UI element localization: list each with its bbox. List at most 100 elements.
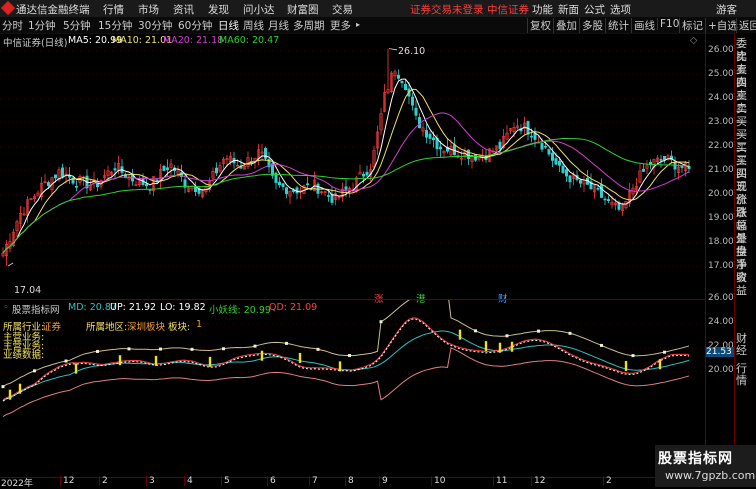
signal-bar <box>299 353 301 363</box>
app-title: 通达信金融终端 <box>16 2 90 17</box>
candle-body <box>425 130 427 137</box>
signal-bar <box>339 361 341 371</box>
month-tick: 10 <box>431 476 445 486</box>
candle-body <box>264 148 266 158</box>
menu-formula[interactable]: 公式 <box>584 2 605 17</box>
legend-up: UP: 21.92 <box>110 302 156 313</box>
candle-body <box>282 184 284 187</box>
btn-add-watch[interactable]: +自选 <box>705 18 738 33</box>
candle-body <box>607 199 609 200</box>
menu-trade[interactable]: 交易 <box>332 2 353 17</box>
indicator-settings-icon[interactable]: ◦ <box>3 302 9 313</box>
band-marker <box>159 348 162 351</box>
candle-body <box>411 97 413 105</box>
band-marker <box>65 360 68 363</box>
btn-adjust[interactable]: 复权 <box>527 18 551 33</box>
more-chevron-icon[interactable]: ▸ <box>356 20 360 29</box>
ma10-line <box>3 89 689 253</box>
high-price-label: 26.10 <box>398 46 425 57</box>
login-warning[interactable]: 证券交易未登录 <box>410 2 484 17</box>
period-intraday[interactable]: 分时 <box>2 18 23 33</box>
site-watermark: 股票指标网 www.7gpzb.com <box>655 445 756 487</box>
btn-f10[interactable]: F10 <box>657 18 679 30</box>
menu-discover[interactable]: 发现 <box>208 2 229 17</box>
month-tick: 6 <box>267 476 276 486</box>
candle-body <box>565 170 567 176</box>
candle-body <box>61 168 63 177</box>
indicator-tick: 26.00 <box>708 293 734 303</box>
indicator-tick: 24.00 <box>708 317 734 327</box>
signal-bar <box>625 361 627 371</box>
candle-body <box>548 149 550 154</box>
menu-quotes[interactable]: 行情 <box>103 2 124 17</box>
btn-overlay[interactable]: 叠加 <box>553 18 577 33</box>
menu-function[interactable]: 功能 <box>532 2 553 17</box>
kline-chart[interactable] <box>0 33 705 298</box>
menu-newpage[interactable]: 新面 <box>558 2 579 17</box>
band-marker <box>33 369 36 372</box>
low-price-label: 17.04 <box>14 285 41 296</box>
sidebar-tab[interactable]: 行情 <box>736 363 756 387</box>
menu-ask[interactable]: 问小达 <box>243 2 275 17</box>
period-more[interactable]: 更多 <box>330 18 351 33</box>
band-marker <box>222 347 225 350</box>
month-tick: 8 <box>345 476 354 486</box>
candle-body <box>47 183 49 186</box>
band-marker <box>506 334 509 337</box>
price-tick: 25.00 <box>708 69 734 79</box>
price-tick: 23.00 <box>708 117 734 127</box>
expand-icon[interactable]: ◇ <box>690 35 697 46</box>
btn-draw[interactable]: 画线 <box>631 18 655 33</box>
signal-bar <box>155 356 157 366</box>
period-1min[interactable]: 1分钟 <box>28 18 56 33</box>
legend-ma60: MA60: 20.47 <box>219 35 279 46</box>
price-tick: 20.00 <box>708 189 734 199</box>
quote-sidebar: 委比卖五卖四卖三卖二卖一买一买二买三买四买五现价涨跌涨幅总量外盘换手净资收益财经… <box>734 33 756 477</box>
menu-wealth[interactable]: 财富圈 <box>287 2 319 17</box>
ma5-line <box>3 79 689 253</box>
watermark-url: www.7gpzb.com <box>665 469 755 482</box>
band-marker <box>537 330 540 333</box>
band-marker <box>663 351 666 354</box>
btn-mark[interactable]: 标记 <box>679 18 703 33</box>
period-toolbar: 分时 1分钟 5分钟 15分钟 30分钟 60分钟 日线 周线 月线 多周期 更… <box>0 17 756 34</box>
main-settings-icon[interactable]: ◦ <box>58 35 64 46</box>
menu-news[interactable]: 资讯 <box>173 2 194 17</box>
candle-body <box>145 184 147 186</box>
info-region-label: 所属地区: <box>86 319 127 333</box>
candle-body <box>54 175 56 178</box>
info-sector-value: 1 <box>196 319 202 330</box>
btn-multi-stock[interactable]: 多股 <box>579 18 603 33</box>
month-tick: 12 <box>531 476 545 486</box>
signal-bar <box>485 341 487 351</box>
period-30min[interactable]: 30分钟 <box>138 18 172 33</box>
period-15min[interactable]: 15分钟 <box>98 18 132 33</box>
month-tick: 7 <box>309 476 318 486</box>
period-monthly[interactable]: 月线 <box>268 18 289 33</box>
period-multi[interactable]: 多周期 <box>293 18 325 33</box>
guest-label[interactable]: 游客 <box>716 2 737 17</box>
period-daily[interactable]: 日线 <box>218 18 239 33</box>
period-5min[interactable]: 5分钟 <box>63 18 91 33</box>
band-marker <box>569 332 572 335</box>
broker-name[interactable]: 中信证券 <box>487 2 529 17</box>
price-tick: 18.00 <box>708 237 734 247</box>
candle-body <box>271 164 273 176</box>
sidebar-tab[interactable]: 财经 <box>736 333 756 357</box>
candle-body <box>604 199 606 200</box>
signal-bar <box>659 359 661 369</box>
candle-body <box>579 180 581 183</box>
month-tick: 2 <box>603 476 612 486</box>
price-tick: 21.00 <box>708 165 734 175</box>
quote-label[interactable]: 收益 <box>736 271 756 297</box>
candle-body <box>499 142 501 149</box>
band-marker <box>2 385 5 388</box>
price-tick: 17.00 <box>708 261 734 271</box>
btn-back[interactable]: 返回 <box>736 18 756 33</box>
menu-options[interactable]: 选项 <box>610 2 631 17</box>
period-weekly[interactable]: 周线 <box>243 18 264 33</box>
btn-stats[interactable]: 统计 <box>605 18 629 33</box>
menu-market[interactable]: 市场 <box>138 2 159 17</box>
month-tick: 3 <box>146 476 155 486</box>
period-60min[interactable]: 60分钟 <box>178 18 212 33</box>
